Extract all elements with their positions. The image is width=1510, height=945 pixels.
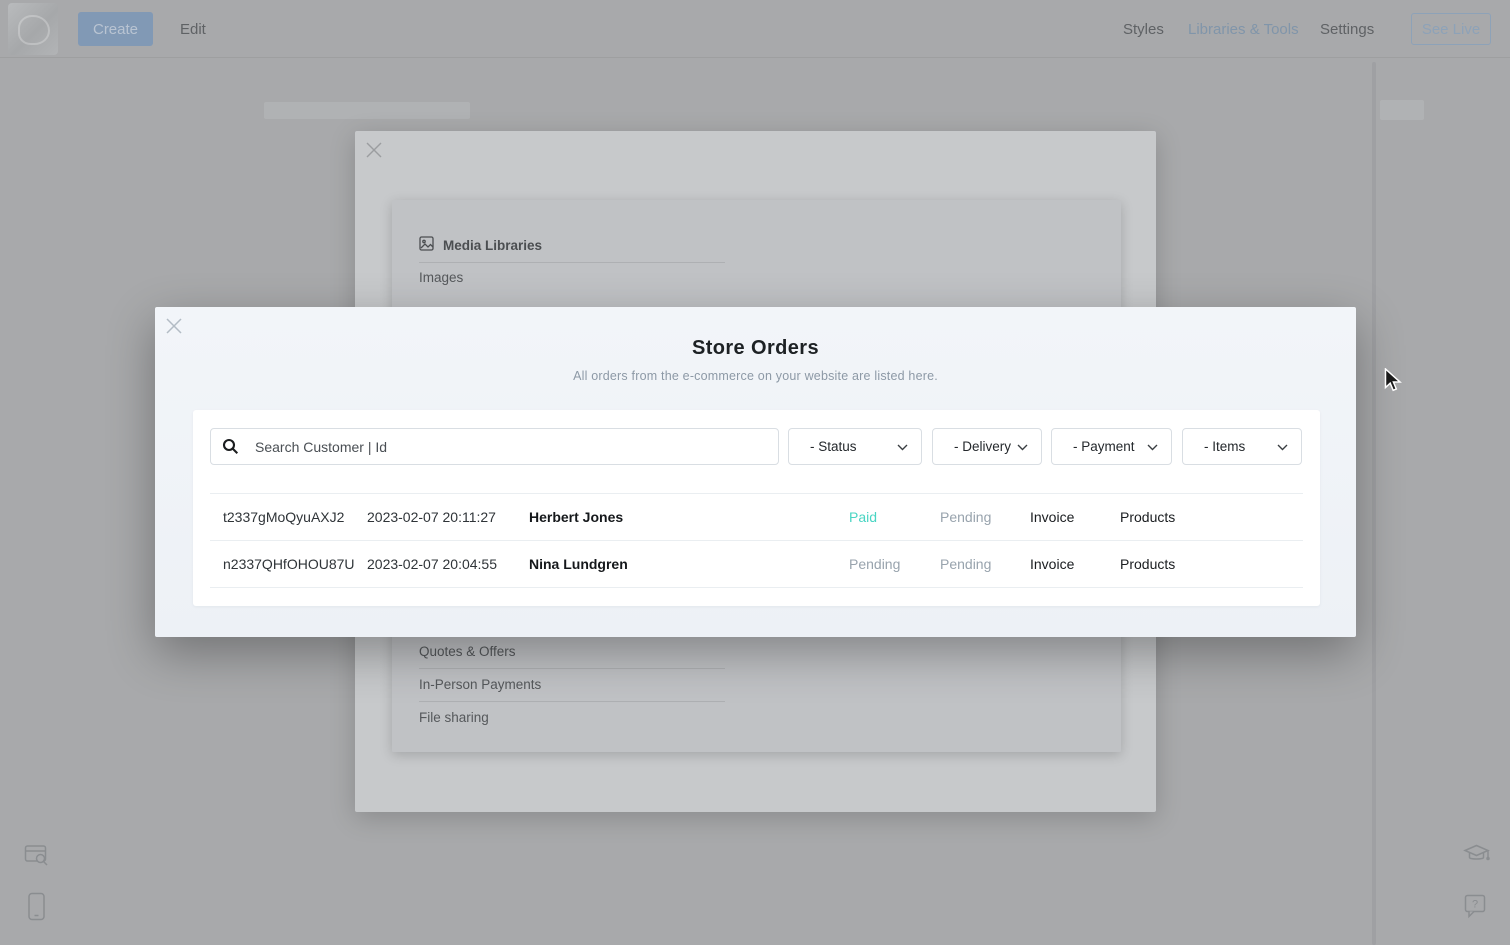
graduation-cap-icon — [1463, 842, 1490, 868]
order-date: 2023-02-07 20:04:55 — [367, 541, 497, 588]
close-icon — [364, 147, 384, 164]
search-customer-input[interactable] — [210, 428, 779, 465]
filter-delivery-dropdown[interactable]: - Delivery — [932, 428, 1042, 465]
order-delivery-status: Pending — [940, 494, 991, 541]
order-search — [210, 428, 779, 465]
media-libraries-section: Media Libraries — [419, 236, 542, 254]
store-orders-subtitle: All orders from the e-commerce on your w… — [155, 369, 1356, 383]
filter-status-label: - Status — [810, 439, 857, 454]
order-date: 2023-02-07 20:11:27 — [367, 494, 496, 541]
filter-payment-dropdown[interactable]: - Payment — [1051, 428, 1172, 465]
mouse-cursor — [1384, 368, 1403, 398]
order-status: Pending — [849, 541, 900, 588]
order-status: Paid — [849, 494, 877, 541]
menu-item-file-sharing[interactable]: File sharing — [419, 710, 489, 725]
app-screen: Create Edit Styles Libraries & Tools Set… — [0, 0, 1510, 945]
background-page-artifact — [1380, 100, 1424, 120]
divider — [419, 701, 725, 702]
divider — [210, 587, 1303, 588]
svg-text:?: ? — [1472, 899, 1478, 911]
menu-item-quotes-offers[interactable]: Quotes & Offers — [419, 644, 516, 659]
order-row: n2337QHfOHOU87U 2023-02-07 20:04:55 Nina… — [210, 540, 1303, 587]
order-id: n2337QHfOHOU87U — [223, 541, 355, 588]
chevron-down-icon — [897, 439, 908, 454]
menu-item-images[interactable]: Images — [419, 270, 463, 285]
filter-items-dropdown[interactable]: - Items — [1182, 428, 1302, 465]
create-button[interactable]: Create — [78, 12, 153, 46]
filter-status-dropdown[interactable]: - Status — [788, 428, 922, 465]
filter-payment-label: - Payment — [1073, 439, 1135, 454]
site-search-preview-button[interactable] — [24, 843, 50, 869]
page-scrollbar[interactable] — [1372, 62, 1376, 945]
order-customer: Nina Lundgren — [529, 541, 628, 588]
see-live-button[interactable]: See Live — [1411, 13, 1491, 45]
help-button[interactable]: ? — [1464, 894, 1488, 920]
store-orders-close-button[interactable] — [163, 315, 185, 337]
tab-edit[interactable]: Edit — [180, 21, 206, 38]
background-page-artifact — [264, 102, 470, 119]
libraries-modal-close-button[interactable] — [364, 140, 384, 160]
chevron-down-icon — [1017, 439, 1028, 454]
divider — [419, 262, 725, 263]
order-invoice-link[interactable]: Invoice — [1030, 541, 1074, 588]
divider — [419, 668, 725, 669]
orders-panel: - Status - Delivery - Payment — [193, 410, 1320, 606]
store-orders-modal: Store Orders All orders from the e-comme… — [155, 307, 1356, 637]
chevron-down-icon — [1277, 439, 1288, 454]
chevron-down-icon — [1147, 439, 1158, 454]
order-customer: Herbert Jones — [529, 494, 623, 541]
phone-icon — [27, 892, 47, 922]
order-row: t2337gMoQyuAXJ2 2023-02-07 20:11:27 Herb… — [210, 493, 1303, 540]
media-libraries-label: Media Libraries — [443, 238, 542, 253]
site-logo[interactable] — [8, 3, 58, 55]
media-library-icon — [419, 236, 434, 254]
tab-styles[interactable]: Styles — [1123, 21, 1164, 38]
order-id: t2337gMoQyuAXJ2 — [223, 494, 344, 541]
order-invoice-link[interactable]: Invoice — [1030, 494, 1074, 541]
mobile-preview-button[interactable] — [27, 892, 47, 922]
window-search-icon — [24, 843, 50, 869]
tab-libraries-tools[interactable]: Libraries & Tools — [1188, 21, 1299, 38]
filter-delivery-label: - Delivery — [954, 439, 1011, 454]
search-icon — [222, 438, 239, 460]
order-delivery-status: Pending — [940, 541, 991, 588]
store-orders-title: Store Orders — [155, 337, 1356, 360]
top-toolbar: Create Edit Styles Libraries & Tools Set… — [0, 0, 1510, 58]
question-bubble-icon: ? — [1464, 894, 1488, 920]
tab-settings[interactable]: Settings — [1320, 21, 1374, 38]
filter-items-label: - Items — [1204, 439, 1245, 454]
menu-item-in-person-payments[interactable]: In-Person Payments — [419, 677, 541, 692]
academy-button[interactable] — [1463, 842, 1490, 868]
order-products-link[interactable]: Products — [1120, 494, 1175, 541]
order-products-link[interactable]: Products — [1120, 541, 1175, 588]
